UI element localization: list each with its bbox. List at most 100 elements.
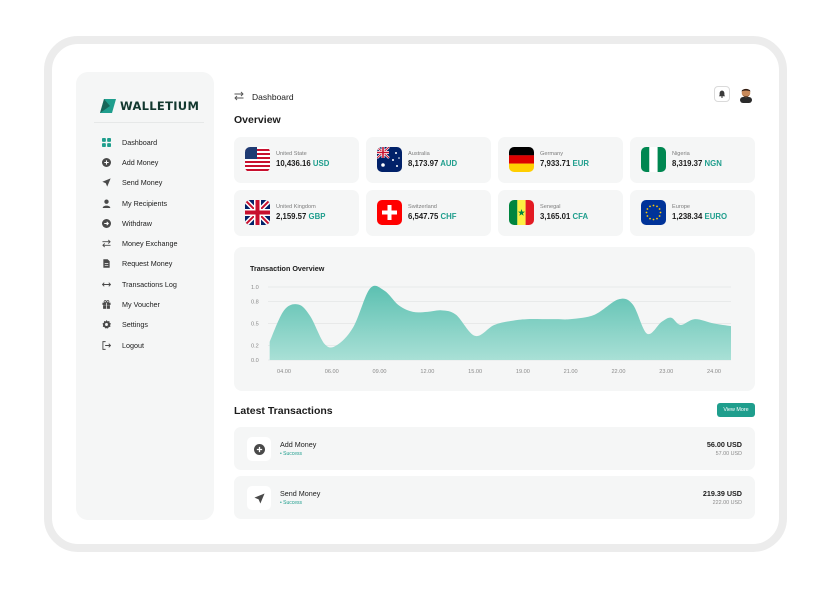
sidebar-item-add-money[interactable]: Add Money bbox=[102, 152, 178, 172]
currency-card-cfa[interactable]: Senegal 3,165.01 CFA bbox=[498, 190, 623, 236]
logo-text: WALLETIUM bbox=[120, 99, 200, 113]
card-amount: 3,165.01 CFA bbox=[540, 212, 588, 221]
x-tick-label: 04.00 bbox=[277, 369, 291, 375]
eu-flag-icon bbox=[641, 200, 666, 225]
sidebar-item-label: Send Money bbox=[122, 178, 163, 188]
view-more-button[interactable]: View More bbox=[717, 403, 755, 417]
chart-title: Transaction Overview bbox=[250, 264, 325, 273]
x-tick-label: 21.00 bbox=[564, 369, 578, 375]
amount-value: 1,238.34 bbox=[672, 212, 703, 221]
logo[interactable]: WALLETIUM bbox=[100, 99, 199, 113]
avatar[interactable] bbox=[737, 85, 755, 103]
sidebar-item-dashboard[interactable]: Dashboard bbox=[102, 132, 178, 152]
arrow-circle-icon bbox=[102, 218, 111, 228]
sidebar-item-label: Transactions Log bbox=[122, 279, 177, 289]
us-flag-icon bbox=[245, 147, 270, 172]
currency-card-ngn[interactable]: Nigeria 8,319.37 NGN bbox=[630, 137, 755, 183]
logout-icon bbox=[102, 340, 111, 350]
card-amount: 10,436.16 USD bbox=[276, 159, 329, 168]
currency-code: NGN bbox=[704, 159, 722, 168]
amount-value: 7,933.71 bbox=[540, 159, 571, 168]
transaction-area-series bbox=[269, 285, 731, 360]
document-icon bbox=[102, 259, 111, 269]
currency-card-usd[interactable]: United State 10,436.16 USD bbox=[234, 137, 359, 183]
currency-card-aud[interactable]: Australia 8,173.97 AUD bbox=[366, 137, 491, 183]
arrows-horizontal-icon bbox=[102, 280, 111, 289]
amount-value: 10,436.16 bbox=[276, 159, 311, 168]
bell-icon bbox=[718, 90, 726, 98]
swap-icon[interactable] bbox=[234, 88, 244, 106]
sidebar-item-logout[interactable]: Logout bbox=[102, 335, 178, 355]
x-tick-label: 15.00 bbox=[468, 369, 482, 375]
amount-value: 8,173.97 bbox=[408, 159, 439, 168]
currency-card-euro[interactable]: Europe 1,238.34 EURO bbox=[630, 190, 755, 236]
currency-code: EUR bbox=[572, 159, 589, 168]
transaction-amount: 219.39 USD bbox=[702, 489, 742, 498]
card-amount: 1,238.34 EURO bbox=[672, 212, 727, 221]
sidebar-item-transactions-log[interactable]: Transactions Log bbox=[102, 274, 178, 294]
amount-value: 2,159.57 bbox=[276, 212, 307, 221]
currency-code: USD bbox=[312, 159, 330, 168]
amount-value: 6,547.75 bbox=[408, 212, 439, 221]
currency-card-chf[interactable]: Switzerland 6,547.75 CHF bbox=[366, 190, 491, 236]
sidebar-item-settings[interactable]: Settings bbox=[102, 315, 178, 335]
currency-code: EURO bbox=[704, 212, 728, 221]
currency-code: GBP bbox=[308, 212, 326, 221]
sidebar-item-label: Dashboard bbox=[122, 137, 158, 147]
x-tick-label: 09.00 bbox=[373, 369, 387, 375]
sidebar-item-label: Money Exchange bbox=[122, 239, 178, 249]
transaction-row[interactable]: Send Money • Success 219.39 USD 222.00 U… bbox=[234, 476, 755, 519]
card-country: Nigeria bbox=[672, 151, 690, 157]
overview-title: Overview bbox=[234, 114, 281, 126]
currency-cards: United State 10,436.16 USD Australia 8,1… bbox=[234, 137, 755, 236]
transaction-sub-amount: 222.00 USD bbox=[712, 500, 742, 506]
transaction-status: • Success bbox=[280, 500, 303, 506]
sidebar-item-send-money[interactable]: Send Money bbox=[102, 173, 178, 193]
latest-transactions-title: Latest Transactions bbox=[234, 405, 333, 417]
sidebar-item-label: Request Money bbox=[122, 259, 173, 269]
sidebar-item-my-voucher[interactable]: My Voucher bbox=[102, 294, 178, 314]
card-country: Germany bbox=[540, 151, 564, 157]
card-amount: 2,159.57 GBP bbox=[276, 212, 325, 221]
x-tick-label: 23.00 bbox=[659, 369, 673, 375]
notification-button[interactable] bbox=[714, 86, 730, 102]
gift-icon bbox=[102, 300, 111, 309]
y-tick-label: 0.2 bbox=[251, 343, 259, 349]
card-country: Europe bbox=[672, 204, 691, 210]
sidebar-item-money-exchange[interactable]: Money Exchange bbox=[102, 233, 178, 253]
currency-card-eur[interactable]: Germany 7,933.71 EUR bbox=[498, 137, 623, 183]
amount-value: 8,319.37 bbox=[672, 159, 703, 168]
sidebar-item-withdraw[interactable]: Withdraw bbox=[102, 213, 178, 233]
card-country: United Kingdom bbox=[276, 204, 316, 210]
x-tick-label: 06.00 bbox=[325, 369, 339, 375]
grid-icon bbox=[102, 137, 111, 147]
y-tick-label: 1.0 bbox=[251, 285, 259, 291]
gb-flag-icon bbox=[245, 200, 270, 225]
sidebar-item-my-recipients[interactable]: My Recipients bbox=[102, 193, 178, 213]
currency-card-gbp[interactable]: United Kingdom 2,159.57 GBP bbox=[234, 190, 359, 236]
plus-circle-icon bbox=[102, 157, 111, 167]
x-tick-label: 12.00 bbox=[420, 369, 434, 375]
sidebar-item-label: Withdraw bbox=[122, 218, 152, 228]
y-tick-label: 0.5 bbox=[251, 322, 259, 328]
transaction-status: • Success bbox=[280, 451, 303, 457]
send-icon bbox=[102, 178, 111, 187]
card-country: Australia bbox=[408, 151, 430, 157]
y-tick-label: 0.0 bbox=[251, 358, 259, 364]
card-country: United State bbox=[276, 151, 307, 157]
card-amount: 8,173.97 AUD bbox=[408, 159, 457, 168]
gear-icon bbox=[102, 320, 111, 329]
transaction-row[interactable]: Add Money • Success 56.00 USD 57.00 USD bbox=[234, 427, 755, 470]
exchange-icon bbox=[102, 239, 111, 248]
au-flag-icon bbox=[377, 147, 402, 172]
currency-code: CFA bbox=[572, 212, 589, 221]
transaction-name: Send Money bbox=[280, 489, 321, 498]
x-tick-label: 22.00 bbox=[611, 369, 625, 375]
sidebar-item-request-money[interactable]: Request Money bbox=[102, 254, 178, 274]
sidebar-nav: Dashboard Add Money Send Money My Recipi… bbox=[102, 132, 178, 355]
transaction-sub-amount: 57.00 USD bbox=[715, 451, 742, 457]
transaction-overview-panel: 1.0 0.8 0.5 0.2 0.0 04.00 06.00 09.00 12.00 15.00… bbox=[234, 247, 755, 391]
x-tick-label: 24.00 bbox=[707, 369, 721, 375]
sidebar-item-label: Add Money bbox=[122, 157, 159, 167]
card-country: Switzerland bbox=[408, 204, 437, 210]
